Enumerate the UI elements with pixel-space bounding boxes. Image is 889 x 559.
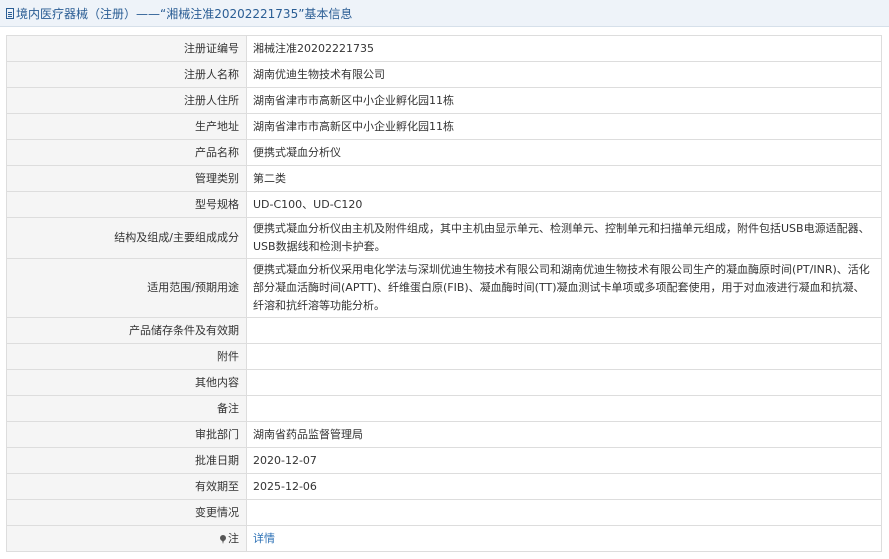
field-label: 管理类别 <box>6 165 247 192</box>
table-row-approval-department: 审批部门 湖南省药品监督管理局 <box>6 421 882 448</box>
table-row-change-status: 变更情况 <box>6 499 882 526</box>
field-value: UD-C100、UD-C120 <box>246 191 882 218</box>
field-label: 其他内容 <box>6 369 247 396</box>
details-link[interactable]: 详情 <box>253 532 275 545</box>
table-row-registrant-name: 注册人名称 湖南优迪生物技术有限公司 <box>6 61 882 88</box>
field-value <box>246 343 882 370</box>
table-row-other-content: 其他内容 <box>6 369 882 396</box>
field-label: 注册人名称 <box>6 61 247 88</box>
pin-icon <box>220 534 226 544</box>
field-label: 附件 <box>6 343 247 370</box>
field-label: 注 <box>6 525 247 552</box>
field-value: 便携式凝血分析仪 <box>246 139 882 166</box>
field-label: 产品名称 <box>6 139 247 166</box>
table-row-storage-conditions: 产品储存条件及有效期 <box>6 317 882 344</box>
field-value: 湖南省津市市高新区中小企业孵化园11栋 <box>246 113 882 140</box>
table-row-note: 注 详情 <box>6 525 882 552</box>
field-value: 湖南优迪生物技术有限公司 <box>246 61 882 88</box>
table-row-approval-date: 批准日期 2020-12-07 <box>6 447 882 474</box>
page-header: 境内医疗器械（注册）——“湘械注准20202221735”基本信息 <box>0 0 889 27</box>
field-label: 审批部门 <box>6 421 247 448</box>
table-row-structure-composition: 结构及组成/主要组成成分 便携式凝血分析仪由主机及附件组成，其中主机由显示单元、… <box>6 217 882 259</box>
page-title: 境内医疗器械（注册）——“湘械注准20202221735”基本信息 <box>6 5 352 22</box>
field-value: 湘械注准20202221735 <box>246 35 882 62</box>
table-row-management-category: 管理类别 第二类 <box>6 165 882 192</box>
table-row-remarks: 备注 <box>6 395 882 422</box>
field-label: 产品储存条件及有效期 <box>6 317 247 344</box>
field-value: 湖南省津市市高新区中小企业孵化园11栋 <box>246 87 882 114</box>
table-row-intended-use: 适用范围/预期用途 便携式凝血分析仪采用电化学法与深圳优迪生物技术有限公司和湖南… <box>6 258 882 318</box>
field-label: 批准日期 <box>6 447 247 474</box>
note-label: 注 <box>228 531 239 545</box>
field-value: 便携式凝血分析仪采用电化学法与深圳优迪生物技术有限公司和湖南优迪生物技术有限公司… <box>246 258 882 318</box>
document-icon <box>6 8 14 19</box>
table-row-production-address: 生产地址 湖南省津市市高新区中小企业孵化园11栋 <box>6 113 882 140</box>
field-label: 备注 <box>6 395 247 422</box>
table-row-registration-number: 注册证编号 湘械注准20202221735 <box>6 35 882 62</box>
table-row-model-spec: 型号规格 UD-C100、UD-C120 <box>6 191 882 218</box>
field-value <box>246 369 882 396</box>
field-value: 详情 <box>246 525 882 552</box>
field-value <box>246 317 882 344</box>
field-value: 湖南省药品监督管理局 <box>246 421 882 448</box>
page-title-text: 境内医疗器械（注册）——“湘械注准20202221735”基本信息 <box>16 7 353 21</box>
field-label: 生产地址 <box>6 113 247 140</box>
field-value: 2020-12-07 <box>246 447 882 474</box>
field-label: 注册人住所 <box>6 87 247 114</box>
field-value <box>246 395 882 422</box>
field-label: 有效期至 <box>6 473 247 500</box>
table-row-valid-until: 有效期至 2025-12-06 <box>6 473 882 500</box>
field-value: 便携式凝血分析仪由主机及附件组成，其中主机由显示单元、检测单元、控制单元和扫描单… <box>246 217 882 259</box>
field-label: 变更情况 <box>6 499 247 526</box>
field-value: 第二类 <box>246 165 882 192</box>
table-row-product-name: 产品名称 便携式凝血分析仪 <box>6 139 882 166</box>
field-label: 适用范围/预期用途 <box>6 258 247 318</box>
field-label: 结构及组成/主要组成成分 <box>6 217 247 259</box>
field-label: 注册证编号 <box>6 35 247 62</box>
field-value <box>246 499 882 526</box>
table-row-attachments: 附件 <box>6 343 882 370</box>
table-row-registrant-address: 注册人住所 湖南省津市市高新区中小企业孵化园11栋 <box>6 87 882 114</box>
field-label: 型号规格 <box>6 191 247 218</box>
info-table: 注册证编号 湘械注准20202221735 注册人名称 湖南优迪生物技术有限公司… <box>6 35 882 552</box>
field-value: 2025-12-06 <box>246 473 882 500</box>
